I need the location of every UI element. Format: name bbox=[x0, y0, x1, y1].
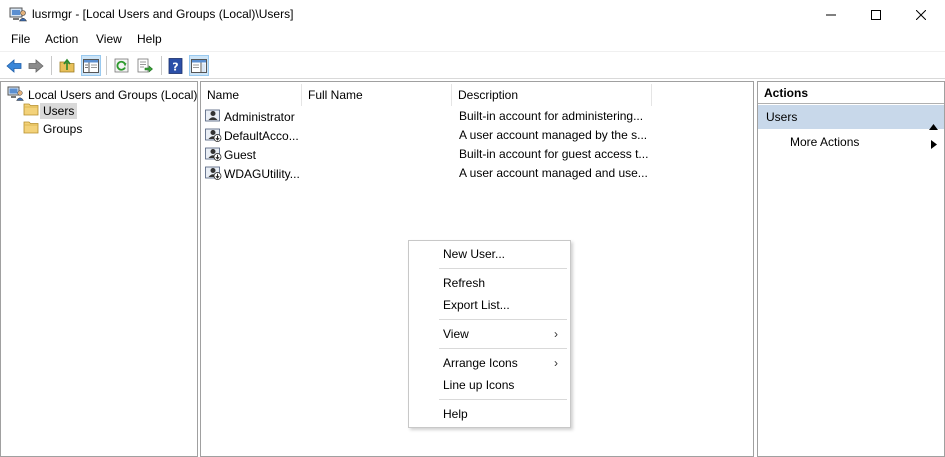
tree-item-groups[interactable]: Groups bbox=[23, 120, 85, 137]
tree-item-users[interactable]: Users bbox=[23, 102, 78, 119]
toolbar-separator bbox=[51, 56, 52, 75]
menu-action[interactable]: Action bbox=[43, 32, 80, 46]
context-menu-new-user[interactable]: New User... bbox=[409, 244, 570, 264]
collapse-up-icon[interactable] bbox=[929, 114, 938, 138]
refresh-button[interactable] bbox=[112, 55, 132, 76]
chevron-right-icon: › bbox=[554, 356, 558, 370]
console-tree: Local Users and Groups (Local) Users Gro… bbox=[0, 81, 198, 457]
up-one-level-button[interactable] bbox=[57, 55, 77, 76]
help-icon: ? bbox=[168, 57, 183, 74]
title-bar: lusrmgr - [Local Users and Groups (Local… bbox=[0, 0, 945, 30]
maximize-button[interactable] bbox=[853, 0, 899, 29]
context-menu: New User... Refresh Export List... View … bbox=[408, 240, 571, 428]
up-folder-icon bbox=[59, 58, 75, 73]
actions-title: Actions bbox=[758, 82, 944, 104]
folder-icon bbox=[23, 102, 40, 119]
export-list-icon bbox=[137, 58, 153, 73]
forward-button[interactable] bbox=[26, 55, 46, 76]
computer-users-icon bbox=[7, 86, 24, 104]
close-button[interactable] bbox=[898, 0, 944, 29]
context-menu-view[interactable]: View › bbox=[409, 324, 570, 344]
menu-file[interactable]: File bbox=[9, 32, 32, 46]
toolbar-separator bbox=[106, 56, 107, 75]
table-row[interactable]: Administrator Built-in account for admin… bbox=[205, 107, 745, 126]
refresh-icon bbox=[114, 58, 129, 73]
user-icon bbox=[205, 107, 222, 126]
computer-users-icon bbox=[9, 6, 28, 22]
user-name: Administrator bbox=[224, 109, 295, 124]
user-name: DefaultAcco... bbox=[224, 128, 299, 143]
more-actions-item[interactable]: More Actions bbox=[790, 133, 859, 151]
user-description: Built-in account for administering... bbox=[459, 109, 644, 123]
toolbar-separator bbox=[161, 56, 162, 75]
tree-root-label: Local Users and Groups (Local) bbox=[28, 88, 198, 102]
context-menu-separator bbox=[439, 319, 567, 320]
tree-item-label: Groups bbox=[43, 121, 83, 136]
menu-view[interactable]: View bbox=[94, 32, 124, 46]
user-name: WDAGUtility... bbox=[224, 166, 300, 181]
window-title: lusrmgr - [Local Users and Groups (Local… bbox=[32, 7, 294, 21]
user-description: Built-in account for guest access t... bbox=[459, 147, 649, 161]
submenu-arrow-icon[interactable] bbox=[931, 138, 937, 152]
column-header-full-name[interactable]: Full Name bbox=[302, 84, 452, 106]
context-menu-item-label: Arrange Icons bbox=[443, 356, 518, 370]
svg-text:?: ? bbox=[172, 60, 178, 73]
context-menu-separator bbox=[439, 268, 567, 269]
show-hide-action-pane-icon bbox=[191, 58, 207, 73]
back-button[interactable] bbox=[4, 55, 24, 76]
menu-bar: File Action View Help bbox=[0, 30, 945, 50]
table-row[interactable]: DefaultAcco... A user account managed by… bbox=[205, 126, 745, 145]
minimize-button[interactable] bbox=[808, 0, 854, 29]
tree-item-label: Users bbox=[40, 102, 78, 119]
table-row[interactable]: Guest Built-in account for guest access … bbox=[205, 145, 745, 164]
context-menu-help[interactable]: Help bbox=[409, 404, 570, 424]
user-description: A user account managed by the s... bbox=[459, 128, 648, 142]
context-menu-item-label: View bbox=[443, 327, 469, 341]
actions-section-users[interactable]: Users bbox=[758, 105, 944, 130]
menu-help[interactable]: Help bbox=[135, 32, 164, 46]
forward-arrow-icon bbox=[28, 58, 44, 73]
context-menu-separator bbox=[439, 399, 567, 400]
disabled-user-icon bbox=[205, 145, 222, 164]
help-button[interactable]: ? bbox=[166, 55, 186, 76]
disabled-user-icon bbox=[205, 164, 222, 183]
toolbar: ? bbox=[0, 51, 945, 79]
context-menu-refresh[interactable]: Refresh bbox=[409, 273, 570, 293]
user-name: Guest bbox=[224, 147, 257, 162]
actions-pane: Actions Users More Actions bbox=[757, 81, 945, 457]
context-menu-arrange-icons[interactable]: Arrange Icons › bbox=[409, 353, 570, 373]
context-menu-line-up-icons[interactable]: Line up Icons bbox=[409, 375, 570, 395]
user-description: A user account managed and use... bbox=[459, 166, 648, 180]
folder-icon bbox=[23, 120, 40, 137]
actions-section-label: Users bbox=[766, 110, 798, 124]
export-list-button[interactable] bbox=[135, 55, 155, 76]
disabled-user-icon bbox=[205, 126, 222, 145]
column-header-description[interactable]: Description bbox=[452, 84, 652, 106]
chevron-right-icon: › bbox=[554, 327, 558, 341]
back-arrow-icon bbox=[6, 58, 22, 73]
show-hide-console-tree-icon bbox=[83, 58, 99, 73]
show-hide-action-pane-button[interactable] bbox=[189, 55, 209, 76]
show-hide-console-tree-button[interactable] bbox=[81, 55, 101, 76]
column-header-name[interactable]: Name bbox=[201, 84, 302, 106]
context-menu-export-list[interactable]: Export List... bbox=[409, 295, 570, 315]
context-menu-separator bbox=[439, 348, 567, 349]
table-row[interactable]: WDAGUtility... A user account managed an… bbox=[205, 164, 745, 183]
